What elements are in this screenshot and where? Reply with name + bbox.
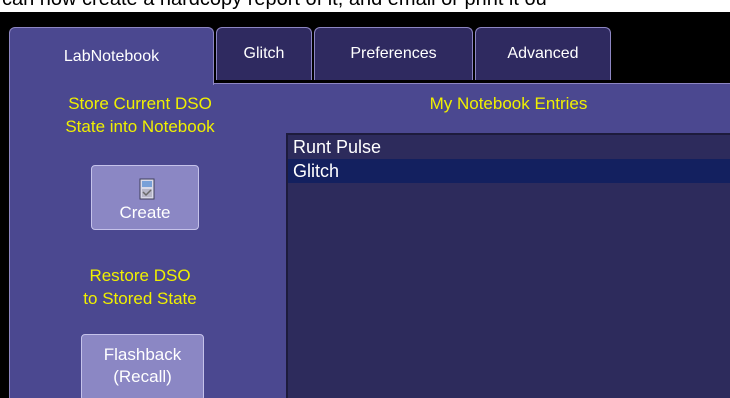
store-title-line1: Store Current DSO [68, 94, 212, 113]
create-button-label: Create [119, 203, 171, 222]
list-item[interactable]: Runt Pulse [288, 135, 730, 159]
labnotebook-screen: can now create a hardcopy report of it, … [0, 0, 730, 398]
window-frame: LabNotebook Glitch Preferences Advanced … [0, 12, 730, 398]
notebook-entries-title: My Notebook Entries [429, 94, 588, 113]
store-title-line2: State into Notebook [65, 117, 215, 136]
tab-advanced[interactable]: Advanced [475, 27, 611, 80]
store-section-title: Store Current DSO State into Notebook [45, 92, 235, 138]
restore-section-title: Restore DSO to Stored State [45, 264, 235, 310]
tab-labnotebook[interactable]: LabNotebook [9, 27, 214, 85]
recall-label: (Recall) [113, 367, 172, 386]
restore-title-line1: Restore DSO [89, 266, 191, 285]
flashback-recall-button[interactable]: Flashback (Recall) [81, 334, 204, 398]
tab-glitch[interactable]: Glitch [216, 27, 312, 80]
tab-preferences[interactable]: Preferences [314, 27, 473, 80]
flashback-label: Flashback [103, 345, 182, 364]
notebook-save-icon [139, 178, 155, 200]
list-item-selected[interactable]: Glitch [288, 159, 730, 183]
notebook-entries-list[interactable]: Runt Pulse Glitch [286, 133, 730, 398]
restore-title-line2: to Stored State [83, 289, 197, 308]
page-caption-fragment: can now create a hardcopy report of it, … [2, 0, 547, 11]
labnotebook-panel: Store Current DSO State into Notebook Cr… [9, 83, 730, 398]
create-button[interactable]: Create [91, 165, 199, 230]
